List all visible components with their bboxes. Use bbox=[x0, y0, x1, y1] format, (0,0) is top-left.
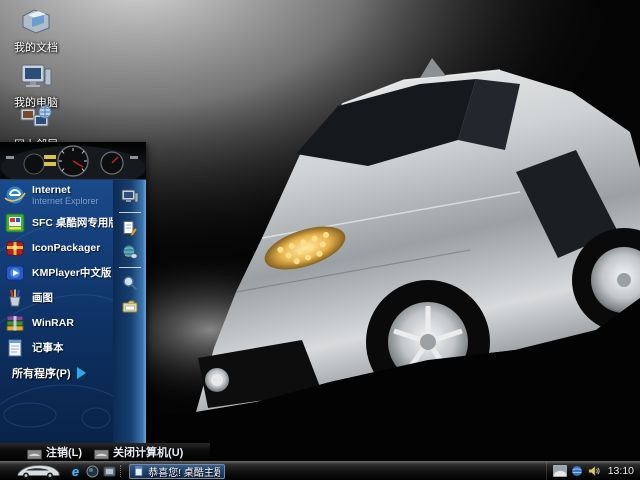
quicklaunch-show-desktop-icon[interactable] bbox=[85, 464, 100, 479]
logoff-label: 注销(L) bbox=[46, 444, 82, 460]
new-document-icon[interactable] bbox=[120, 219, 140, 237]
shutdown-car-icon bbox=[94, 447, 109, 458]
menu-item-label: 画图 bbox=[32, 290, 53, 305]
logoff-car-icon bbox=[27, 447, 42, 458]
volume-icon[interactable] bbox=[587, 465, 601, 478]
car-start-icon bbox=[14, 463, 62, 479]
menu-item-label: SFC 桌酷网专用版 bbox=[32, 215, 113, 230]
winrar-icon bbox=[4, 312, 26, 334]
start-menu-side-strip bbox=[113, 180, 146, 443]
menu-item-label: KMPlayer中文版 bbox=[32, 265, 111, 280]
quick-launch-separator bbox=[120, 465, 124, 477]
system-tray: 13:10 bbox=[546, 462, 640, 480]
menu-item-label: Internet bbox=[32, 184, 99, 196]
network-globe-icon[interactable] bbox=[120, 243, 140, 261]
iconpackager-icon bbox=[4, 237, 26, 259]
my-computer-icon[interactable] bbox=[120, 188, 140, 206]
desktop: 我的文档 我的电脑 网上邻居 bbox=[0, 0, 640, 480]
start-button[interactable] bbox=[12, 462, 64, 480]
my-documents-icon bbox=[19, 5, 53, 37]
taskbar: e 恭喜您! 桌酷主题... bbox=[0, 461, 640, 480]
internet-explorer-icon bbox=[4, 184, 26, 206]
my-computer-icon bbox=[19, 60, 53, 92]
menu-item-sfc-zhuoku[interactable]: SFC 桌酷网专用版 bbox=[0, 210, 113, 235]
sfc-zhuoku-icon bbox=[4, 212, 26, 234]
menu-item-label: 记事本 bbox=[32, 340, 64, 355]
document-icon bbox=[134, 465, 144, 477]
paint-icon bbox=[4, 287, 26, 309]
menu-item-kmplayer[interactable]: KMPlayer中文版 bbox=[0, 260, 113, 285]
menu-item-notepad[interactable]: 记事本 bbox=[0, 335, 113, 360]
all-programs-button[interactable]: 所有程序(P) bbox=[0, 360, 113, 386]
start-menu-footer: 注销(L) 关闭计算机(U) bbox=[0, 443, 210, 461]
task-button-zhuoku-theme[interactable]: 恭喜您! 桌酷主题... bbox=[129, 464, 225, 479]
desktop-icon-my-documents[interactable]: 我的文档 bbox=[4, 5, 68, 55]
network-places-icon bbox=[19, 102, 53, 134]
start-menu-banner-dashboard bbox=[0, 142, 146, 180]
menu-item-paint[interactable]: 画图 bbox=[0, 285, 113, 310]
quicklaunch-media-folder-icon[interactable] bbox=[102, 464, 117, 479]
taskbar-clock[interactable]: 13:10 bbox=[608, 465, 634, 477]
network-tray-icon[interactable] bbox=[570, 465, 584, 478]
menu-item-sublabel: Internet Explorer bbox=[32, 196, 99, 206]
start-menu: Internet Internet Explorer bbox=[0, 142, 146, 443]
search-icon[interactable] bbox=[120, 274, 140, 292]
menu-item-winrar[interactable]: WinRAR bbox=[0, 310, 113, 335]
menu-item-iconpackager[interactable]: IconPackager bbox=[0, 235, 113, 260]
task-button-label: 恭喜您! 桌酷主题... bbox=[148, 464, 220, 479]
start-menu-program-list: Internet Internet Explorer bbox=[0, 180, 113, 443]
quicklaunch-internet-explorer-icon[interactable]: e bbox=[68, 464, 83, 479]
all-programs-label: 所有程序(P) bbox=[12, 365, 71, 381]
quick-launch-area: e bbox=[68, 464, 117, 479]
desktop-icon-label: 我的文档 bbox=[14, 39, 58, 55]
shutdown-label: 关闭计算机(U) bbox=[113, 444, 183, 460]
side-strip-separator bbox=[119, 212, 141, 213]
menu-item-label: WinRAR bbox=[32, 317, 74, 329]
notepad-icon bbox=[4, 337, 26, 359]
all-programs-arrow-icon bbox=[77, 367, 86, 379]
logoff-button[interactable]: 注销(L) bbox=[27, 444, 82, 460]
kmplayer-icon bbox=[4, 262, 26, 284]
menu-item-label: IconPackager bbox=[32, 242, 100, 254]
run-folder-icon[interactable] bbox=[120, 298, 140, 316]
shutdown-button[interactable]: 关闭计算机(U) bbox=[94, 444, 183, 460]
side-strip-separator bbox=[119, 267, 141, 268]
menu-item-internet[interactable]: Internet Internet Explorer bbox=[0, 180, 113, 210]
theme-preview-icon[interactable] bbox=[553, 465, 567, 478]
